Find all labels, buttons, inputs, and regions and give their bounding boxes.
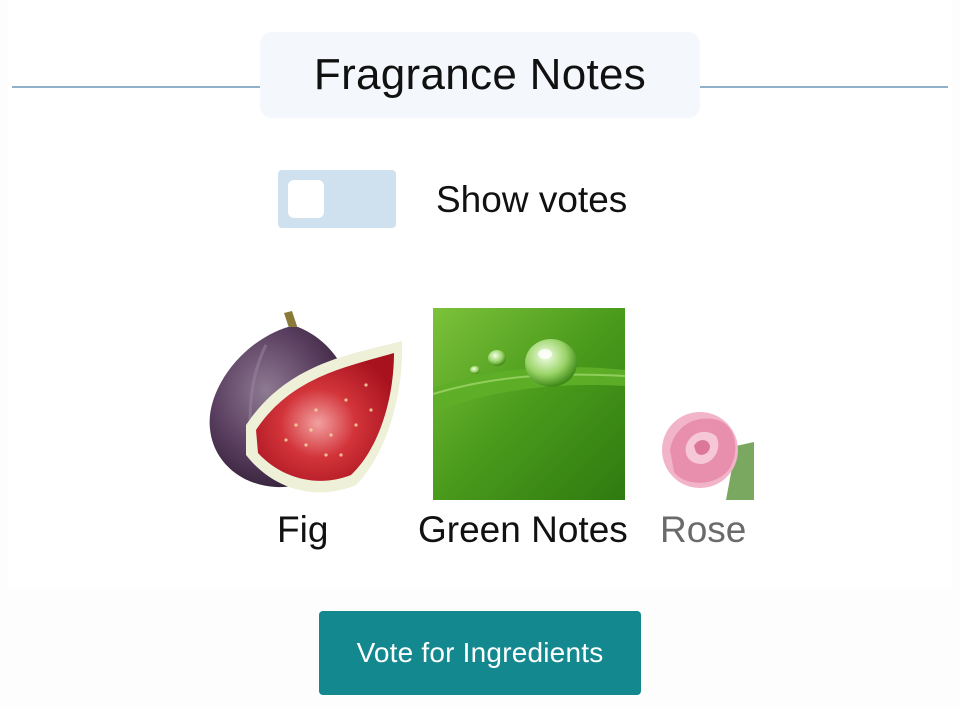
fig-image [206,305,406,500]
note-label-green-notes: Green Notes [418,509,628,550]
page-title: Fragrance Notes [313,50,647,99]
toggle-knob[interactable] [288,180,324,218]
title-divider-right [700,86,948,88]
green-notes-image [433,308,625,500]
page: Fragrance Notes Show votes Fig Green Not… [0,0,960,707]
note-label-rose: Rose [660,509,747,550]
title-container: Fragrance Notes [260,32,700,118]
note-label-fig: Fig [277,509,329,550]
show-votes-toggle[interactable] [278,170,396,228]
vote-for-ingredients-button[interactable]: Vote for Ingredients [319,611,641,695]
show-votes-label: Show votes [436,179,628,220]
rose-image [656,406,754,500]
title-divider-left [12,86,260,88]
